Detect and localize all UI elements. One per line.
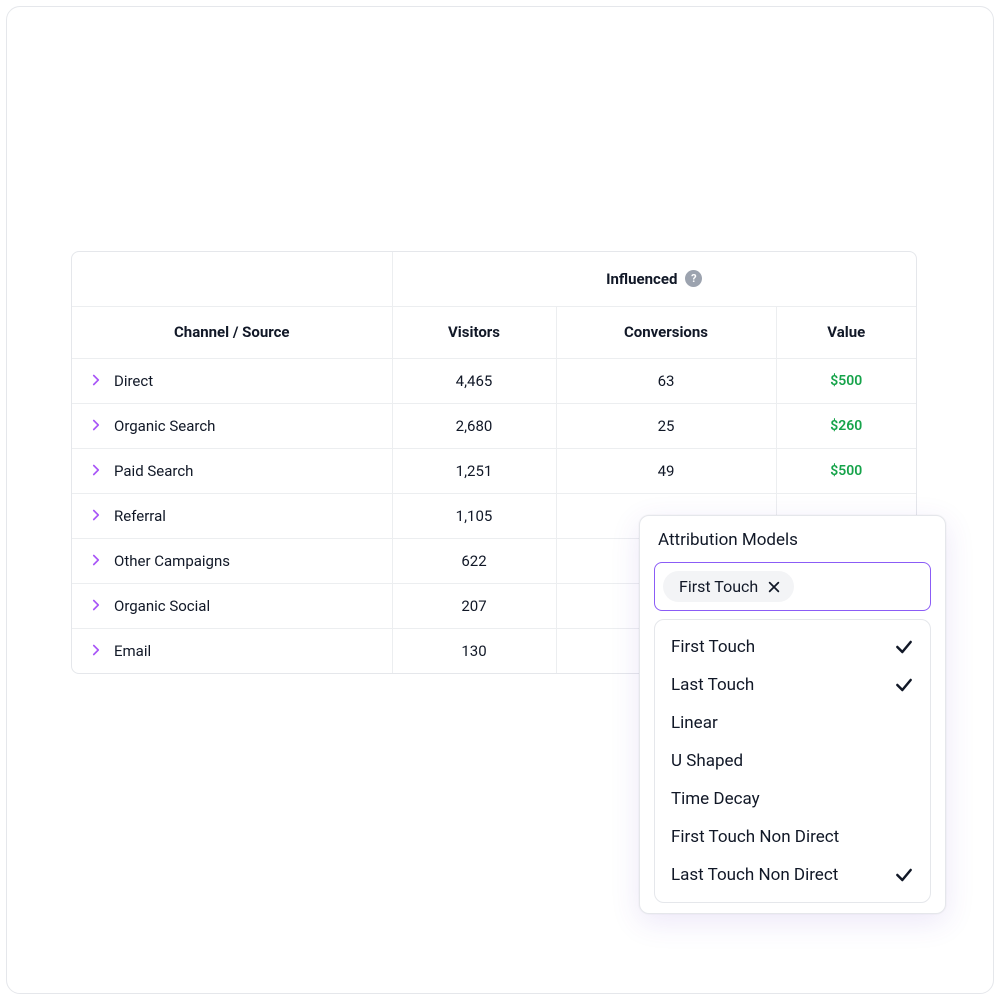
check-icon	[894, 865, 914, 885]
visitors-cell: 1,251	[392, 448, 556, 493]
value-cell: $500	[776, 358, 916, 403]
option-label: U Shaped	[671, 751, 743, 771]
option-label: Last Touch	[671, 675, 754, 695]
attribution-option[interactable]: U Shaped	[655, 742, 930, 780]
chevron-right-icon[interactable]	[90, 464, 104, 478]
channel-label: Other Campaigns	[114, 552, 230, 570]
channel-cell[interactable]: Direct	[72, 358, 392, 403]
conversions-cell: 63	[556, 358, 776, 403]
channel-cell[interactable]: Organic Social	[72, 583, 392, 628]
attribution-option[interactable]: First Touch Non Direct	[655, 818, 930, 856]
channel-cell[interactable]: Other Campaigns	[72, 538, 392, 583]
chevron-right-icon[interactable]	[90, 599, 104, 613]
value-cell: $500	[776, 448, 916, 493]
influenced-label: Influenced	[606, 270, 677, 288]
channel-cell[interactable]: Email	[72, 628, 392, 673]
option-label: Linear	[671, 713, 718, 733]
attribution-option[interactable]: Time Decay	[655, 780, 930, 818]
channel-label: Email	[114, 642, 151, 660]
channel-cell[interactable]: Paid Search	[72, 448, 392, 493]
chevron-right-icon[interactable]	[90, 374, 104, 388]
attribution-option[interactable]: First Touch	[655, 628, 930, 666]
col-value[interactable]: Value	[776, 306, 916, 358]
col-conversions[interactable]: Conversions	[556, 306, 776, 358]
visitors-cell: 4,465	[392, 358, 556, 403]
col-visitors[interactable]: Visitors	[392, 306, 556, 358]
chevron-right-icon[interactable]	[90, 419, 104, 433]
option-label: First Touch	[671, 637, 755, 657]
attribution-option[interactable]: Linear	[655, 704, 930, 742]
visitors-cell: 2,680	[392, 403, 556, 448]
table-row[interactable]: Direct 4,46563$500	[72, 358, 916, 403]
selected-chip[interactable]: First Touch	[663, 571, 794, 602]
visitors-cell: 207	[392, 583, 556, 628]
app-frame: Influenced ? Channel / Source Visitors C…	[6, 6, 994, 994]
header-influenced: Influenced ?	[392, 252, 916, 306]
close-icon[interactable]	[766, 579, 782, 595]
chevron-right-icon[interactable]	[90, 644, 104, 658]
channel-label: Organic Search	[114, 417, 215, 435]
visitors-cell: 622	[392, 538, 556, 583]
check-icon	[894, 637, 914, 657]
selected-chip-label: First Touch	[679, 577, 758, 596]
dropdown-title: Attribution Models	[654, 530, 931, 550]
attribution-option[interactable]: Last Touch	[655, 666, 930, 704]
table-row[interactable]: Paid Search 1,25149$500	[72, 448, 916, 493]
option-label: Last Touch Non Direct	[671, 865, 838, 885]
chevron-right-icon[interactable]	[90, 554, 104, 568]
channel-label: Referral	[114, 507, 166, 525]
dropdown-options: First Touch Last Touch Linear U Shaped Time …	[654, 619, 931, 903]
option-label: Time Decay	[671, 789, 760, 809]
channel-label: Paid Search	[114, 462, 193, 480]
option-label: First Touch Non Direct	[671, 827, 839, 847]
attribution-models-dropdown: Attribution Models First Touch First Tou…	[639, 515, 946, 914]
selected-chip-container[interactable]: First Touch	[654, 562, 931, 611]
header-empty	[72, 252, 392, 306]
check-icon	[894, 675, 914, 695]
value-cell: $260	[776, 403, 916, 448]
channel-label: Direct	[114, 372, 153, 390]
table-row[interactable]: Organic Search 2,68025$260	[72, 403, 916, 448]
visitors-cell: 1,105	[392, 493, 556, 538]
channel-cell[interactable]: Referral	[72, 493, 392, 538]
visitors-cell: 130	[392, 628, 556, 673]
channel-label: Organic Social	[114, 597, 210, 615]
channel-cell[interactable]: Organic Search	[72, 403, 392, 448]
conversions-cell: 49	[556, 448, 776, 493]
conversions-cell: 25	[556, 403, 776, 448]
attribution-option[interactable]: Last Touch Non Direct	[655, 856, 930, 894]
chevron-right-icon[interactable]	[90, 509, 104, 523]
col-channel[interactable]: Channel / Source	[72, 306, 392, 358]
help-icon[interactable]: ?	[685, 270, 702, 287]
